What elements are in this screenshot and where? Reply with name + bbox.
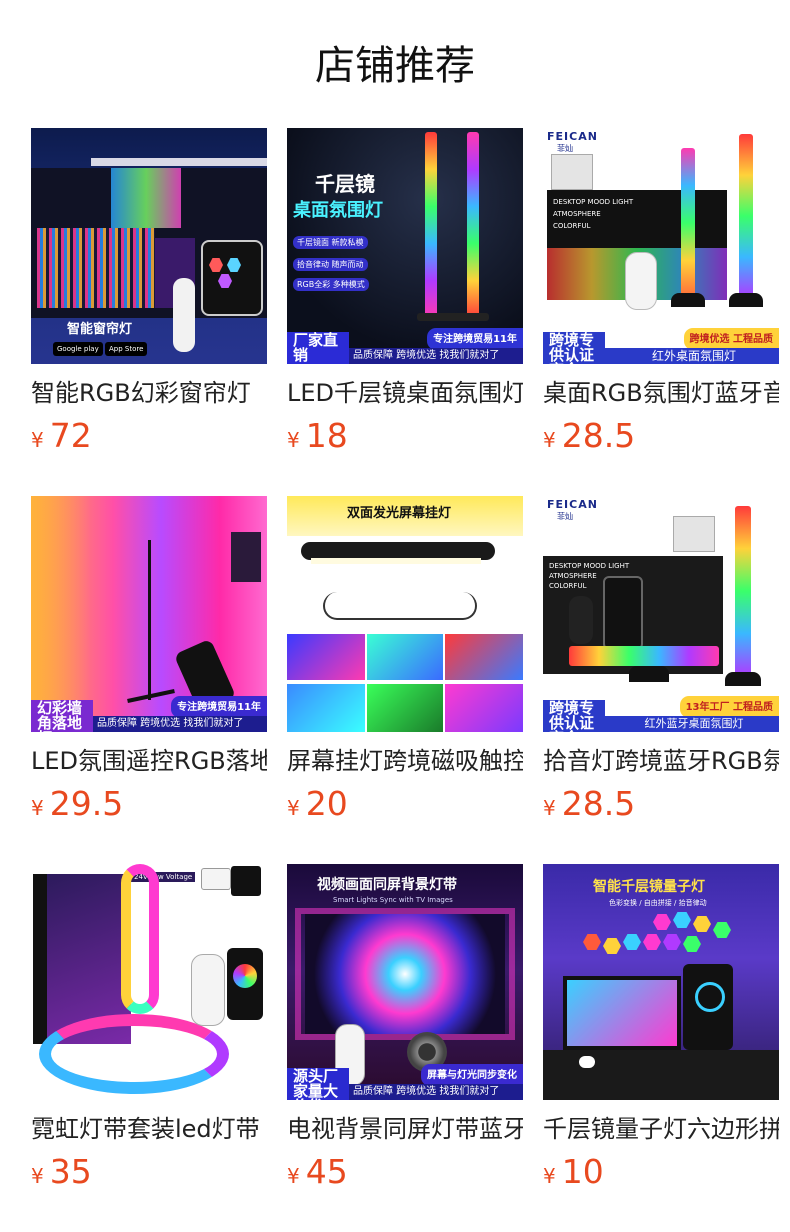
product-image[interactable]: 视频画面同屏背景灯带 Smart Lights Sync with TV Ima… — [287, 864, 523, 1100]
product-grid: 智能窗帘灯 Google play App Store 智能RGB幻彩窗帘灯 ¥… — [31, 128, 779, 1232]
product-name[interactable]: 电视背景同屏灯带蓝牙 — [287, 1112, 523, 1146]
price-value: 18 — [305, 416, 348, 455]
currency-symbol: ¥ — [543, 428, 556, 452]
product-card[interactable]: 视频画面同屏背景灯带 Smart Lights Sync with TV Ima… — [287, 864, 523, 1232]
price-value: 20 — [305, 784, 348, 823]
image-badge: 跨境专供认证齐全 — [543, 700, 605, 732]
product-name[interactable]: 千层镜量子灯六边形拼接 — [543, 1112, 779, 1146]
currency-symbol: ¥ — [31, 1164, 44, 1188]
product-card[interactable]: 24V Low Voltage 霓虹灯带套装led灯带 ¥35 — [31, 864, 267, 1232]
image-headline: 千层镜 — [315, 172, 375, 196]
image-strip: 品质保障 跨境优选 找我们就对了 — [349, 348, 523, 364]
currency-symbol: ¥ — [543, 1164, 556, 1188]
product-image[interactable]: 幻彩墙角落地灯 专注跨境贸易11年 品质保障 跨境优选 找我们就对了 — [31, 496, 267, 732]
product-card[interactable]: 千层镜 桌面氛围灯 千层镜面 新款私模 拾音律动 随声而动 RGB全彩 多种模式… — [287, 128, 523, 496]
product-image[interactable]: 千层镜 桌面氛围灯 千层镜面 新款私模 拾音律动 随声而动 RGB全彩 多种模式… — [287, 128, 523, 364]
product-card[interactable]: FEICAN 菲灿 DESKTOP MOOD LIGHT ATMOSPHERE … — [543, 496, 779, 864]
product-card[interactable]: 智能千层镜量子灯 色彩变换 / 自由拼接 / 拾音律动 千层镜量子灯六边形拼接 … — [543, 864, 779, 1232]
price-value: 72 — [49, 416, 92, 455]
product-price: ¥35 — [31, 1152, 267, 1198]
image-headline: 桌面氛围灯 — [293, 200, 383, 221]
product-image[interactable]: FEICAN 菲灿 DESKTOP MOOD LIGHT ATMOSPHERE … — [543, 496, 779, 732]
brand-logo: 菲灿 — [557, 144, 573, 153]
product-price: ¥20 — [287, 784, 523, 830]
currency-symbol: ¥ — [31, 796, 44, 820]
box-label: ATMOSPHERE — [553, 210, 601, 218]
product-name[interactable]: 桌面RGB氛围灯蓝牙音乐 — [543, 376, 779, 410]
image-tag: RGB全彩 多种模式 — [293, 278, 369, 291]
image-tag: 拾音律动 随声而动 — [293, 258, 368, 271]
currency-symbol: ¥ — [31, 428, 44, 452]
product-price: ¥28.5 — [543, 784, 779, 830]
currency-symbol: ¥ — [287, 428, 300, 452]
image-headline: 智能千层镜量子灯 — [593, 879, 705, 895]
product-price: ¥18 — [287, 416, 523, 462]
image-badge: 屏幕与灯光同步变化 — [421, 1064, 523, 1086]
product-name[interactable]: LED千层镜桌面氛围灯 — [287, 376, 523, 410]
product-name[interactable]: 霓虹灯带套装led灯带 — [31, 1112, 267, 1146]
image-subheadline: 色彩变换 / 自由拼接 / 拾音律动 — [609, 899, 707, 907]
brand-logo: 菲灿 — [557, 512, 573, 521]
image-subheadline: Smart Lights Sync with TV Images — [333, 896, 453, 904]
price-value: 28.5 — [561, 784, 636, 823]
image-badge: 跨境专供认证齐全 — [543, 332, 605, 364]
image-badge: 专注跨境贸易11年 — [427, 328, 523, 350]
image-badge: 跨境优选 工程品质 — [683, 328, 779, 350]
image-headline: 双面发光屏幕挂灯 — [347, 506, 452, 521]
image-strip: 红外蓝牙桌面氛围灯 — [605, 716, 779, 732]
product-image[interactable]: 智能千层镜量子灯 色彩变换 / 自由拼接 / 拾音律动 — [543, 864, 779, 1100]
box-label: DESKTOP MOOD LIGHT — [553, 198, 634, 206]
image-badge: 源头厂家量大价优 — [287, 1068, 349, 1100]
brand-logo: FEICAN — [547, 130, 598, 143]
currency-symbol: ¥ — [287, 796, 300, 820]
image-badge: 幻彩墙角落地灯 — [31, 700, 93, 732]
box-label: ATMOSPHERE — [549, 572, 597, 580]
product-price: ¥10 — [543, 1152, 779, 1198]
product-image[interactable]: 24V Low Voltage — [31, 864, 267, 1100]
currency-symbol: ¥ — [287, 1164, 300, 1188]
product-name[interactable]: 屏幕挂灯跨境磁吸触控 — [287, 744, 523, 778]
image-caption: 智能窗帘灯 — [67, 322, 133, 337]
product-price: ¥72 — [31, 416, 267, 462]
product-image[interactable]: FEICAN 菲灿 DESKTOP MOOD LIGHT ATMOSPHERE … — [543, 128, 779, 364]
price-value: 45 — [305, 1152, 348, 1191]
box-label: DESKTOP MOOD LIGHT — [549, 562, 630, 570]
page-title: 店铺推荐 — [315, 43, 475, 89]
product-card[interactable]: 幻彩墙角落地灯 专注跨境贸易11年 品质保障 跨境优选 找我们就对了 LED氛围… — [31, 496, 267, 864]
product-card[interactable]: FEICAN 菲灿 DESKTOP MOOD LIGHT ATMOSPHERE … — [543, 128, 779, 496]
product-name[interactable]: 智能RGB幻彩窗帘灯 — [31, 376, 267, 410]
product-price: ¥29.5 — [31, 784, 267, 830]
product-image[interactable]: 智能窗帘灯 Google play App Store — [31, 128, 267, 364]
product-price: ¥28.5 — [543, 416, 779, 462]
box-label: COLORFUL — [553, 222, 591, 230]
price-value: 10 — [561, 1152, 604, 1191]
currency-symbol: ¥ — [543, 796, 556, 820]
price-value: 29.5 — [49, 784, 124, 823]
product-card[interactable]: 智能窗帘灯 Google play App Store 智能RGB幻彩窗帘灯 ¥… — [31, 128, 267, 496]
product-price: ¥45 — [287, 1152, 523, 1198]
store-badge: Google play — [53, 342, 103, 356]
product-name[interactable]: 拾音灯跨境蓝牙RGB氛围 — [543, 744, 779, 778]
brand-logo: FEICAN — [547, 498, 598, 511]
store-badge: App Store — [105, 342, 148, 356]
image-strip: 品质保障 跨境优选 找我们就对了 — [93, 716, 267, 732]
image-tag: 千层镜面 新款私模 — [293, 236, 368, 249]
image-badge: 13年工厂 工程品质 — [679, 696, 779, 718]
product-card[interactable]: 双面发光屏幕挂灯 屏幕挂灯跨境磁吸触控 ¥20 — [287, 496, 523, 864]
image-strip: 品质保障 跨境优选 找我们就对了 — [349, 1084, 523, 1100]
product-image[interactable]: 双面发光屏幕挂灯 — [287, 496, 523, 732]
image-strip: 红外桌面氛围灯 — [605, 348, 779, 364]
box-label: COLORFUL — [549, 582, 587, 590]
image-badge: 专注跨境贸易11年 — [171, 696, 267, 718]
price-value: 35 — [49, 1152, 92, 1191]
product-name[interactable]: LED氛围遥控RGB落地灯 — [31, 744, 267, 778]
image-headline: 视频画面同屏背景灯带 — [317, 877, 457, 893]
price-value: 28.5 — [561, 416, 636, 455]
image-badge: 厂家直销 — [287, 332, 349, 364]
